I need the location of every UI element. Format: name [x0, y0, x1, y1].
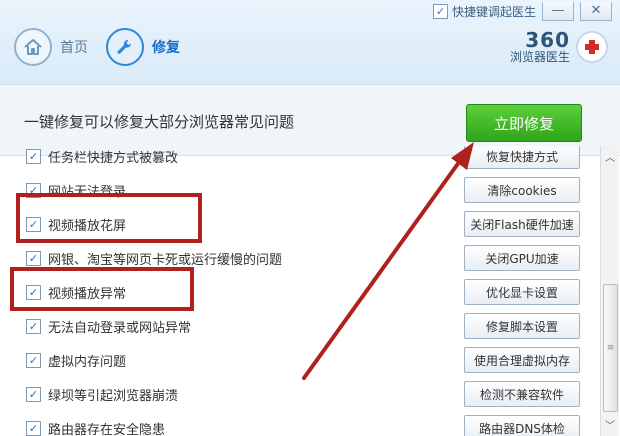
annotation-arrow — [302, 142, 474, 380]
